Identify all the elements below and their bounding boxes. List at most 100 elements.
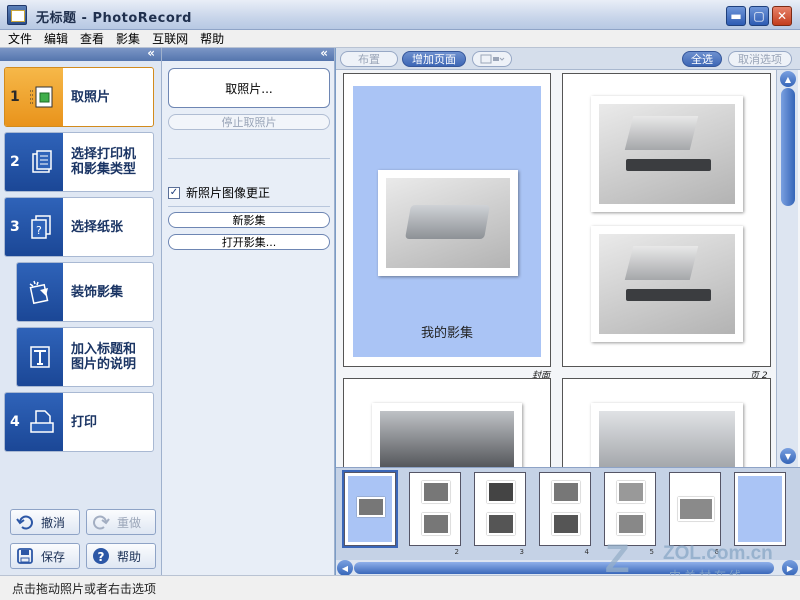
step-select-paper[interactable]: 3 ? 选择纸张	[4, 197, 154, 257]
page-4[interactable]	[562, 378, 771, 473]
album-vertical-scrollbar[interactable]: ▲ ▼	[776, 70, 798, 467]
divider	[168, 206, 330, 207]
vertical-scroll-thumb[interactable]	[781, 88, 795, 206]
step-label: 选择打印机 和影集类型	[71, 147, 136, 177]
step-number: 4	[10, 414, 20, 430]
thumbnail-page[interactable]: 3	[474, 472, 526, 556]
step-label-line: 选择打印机	[71, 147, 137, 162]
print-icon	[28, 407, 56, 437]
step-label: 选择纸张	[71, 219, 124, 235]
paper-icon: ?	[28, 212, 56, 242]
step-label: 加入标题和 图片的说明	[71, 342, 136, 372]
scroll-down-icon[interactable]: ▼	[780, 448, 796, 464]
steps-panel-header: «	[0, 46, 161, 61]
album-toolbar: 布置 增加页面 全选 取消选项	[336, 48, 800, 70]
step-select-printer[interactable]: 2 选择打印机 和影集类型	[4, 132, 154, 192]
redo-button[interactable]: 重做	[86, 509, 156, 535]
thumbnail-page[interactable]: 4	[539, 472, 591, 556]
svg-text:?: ?	[36, 224, 42, 237]
menu-album[interactable]: 影集	[116, 30, 140, 47]
page-2-photo-2[interactable]	[591, 226, 743, 342]
page-2-photo-1[interactable]	[591, 96, 743, 212]
thumbnail-photo	[487, 513, 515, 535]
step-print[interactable]: 4 打印	[4, 392, 154, 452]
refresh-option[interactable]: ✓ 新照片图像更正	[168, 184, 270, 201]
divider	[168, 158, 330, 159]
step-get-photo[interactable]: 1 取照片	[4, 67, 154, 127]
menu-help[interactable]: 帮助	[200, 30, 224, 47]
thumbnail-page[interactable]	[734, 472, 786, 546]
thumbnail-page[interactable]: 2	[409, 472, 461, 556]
cover-page[interactable]: 我的影集	[343, 73, 551, 367]
thumbnail-number: 4	[584, 548, 589, 556]
app-icon	[7, 5, 27, 25]
deselect-button[interactable]: 取消选项	[728, 51, 792, 67]
thumbnail-photo	[552, 481, 580, 503]
thumbnail-photo	[487, 481, 515, 503]
thumbnail-number: 2	[454, 548, 459, 556]
window-title: 无标题 - PhotoRecord	[36, 11, 192, 26]
close-button[interactable]: ✕	[772, 6, 792, 26]
thumbnail-photo	[552, 513, 580, 535]
save-label: 保存	[41, 549, 66, 564]
step-number: 3	[10, 219, 20, 235]
thumbnail-page[interactable]: 6	[669, 472, 721, 556]
get-photo-icon	[28, 82, 56, 112]
stop-get-photo-button[interactable]: 停止取照片	[168, 114, 330, 130]
select-all-button[interactable]: 全选	[682, 51, 722, 67]
cover-photo[interactable]	[378, 170, 518, 276]
thumbnail-number: 3	[519, 548, 524, 556]
thumbnail-cover[interactable]	[342, 470, 398, 548]
open-album-button[interactable]: 打开影集...	[168, 234, 330, 250]
step-title-caption[interactable]: 加入标题和 图片的说明	[16, 327, 154, 387]
new-album-button[interactable]: 新影集	[168, 212, 330, 228]
add-page-button[interactable]: 增加页面	[402, 51, 466, 67]
step-number-area: 4	[5, 393, 63, 451]
menu-internet[interactable]: 互联网	[152, 30, 188, 47]
watermark-domain: ZOL.com.cn	[663, 543, 773, 564]
get-photo-button[interactable]: 取照片...	[168, 68, 330, 108]
help-button[interactable]: ? 帮助	[86, 543, 156, 569]
step-number: 1	[10, 89, 20, 105]
thumbnail-photo	[617, 481, 645, 503]
step-label-line: 加入标题和	[71, 342, 137, 357]
printer-shape	[405, 205, 491, 240]
thumbnail-page[interactable]: 5	[604, 472, 656, 556]
status-bar: 点击拖动照片或者右击选项	[0, 575, 800, 600]
thumbnail-photo	[422, 513, 450, 535]
title-bar: 无标题 - PhotoRecord ▬ ▢ ✕	[0, 0, 800, 30]
save-icon	[14, 546, 36, 566]
undo-button[interactable]: 撤消	[10, 509, 80, 535]
scroll-up-icon[interactable]: ▲	[780, 71, 796, 87]
minimize-button[interactable]: ▬	[726, 6, 746, 26]
save-button[interactable]: 保存	[10, 543, 80, 569]
collapse-steps-icon[interactable]: «	[147, 46, 155, 60]
page-2[interactable]	[562, 73, 771, 367]
maximize-button[interactable]: ▢	[749, 6, 769, 26]
step-decorate[interactable]: 装饰影集	[16, 262, 154, 322]
printer-photo	[599, 234, 735, 334]
printer-album-icon	[28, 147, 56, 177]
printer-photo	[386, 178, 510, 268]
page-layout-dropdown[interactable]	[472, 51, 512, 67]
undo-label: 撤消	[41, 515, 66, 530]
step-number-area	[17, 328, 63, 386]
photo-source-panel: « 取照片... 停止取照片 ✓ 新照片图像更正 新影集 打开影集...	[162, 46, 335, 575]
page-3-photo[interactable]	[372, 403, 522, 473]
step-label-line: 图片的说明	[71, 357, 137, 372]
status-text: 点击拖动照片或者右击选项	[12, 581, 157, 596]
redo-label: 重做	[117, 515, 142, 530]
thumbnail-photo	[357, 497, 385, 517]
layout-button[interactable]: 布置	[340, 51, 398, 67]
page-4-photo[interactable]	[591, 403, 743, 473]
menu-file[interactable]: 文件	[8, 30, 32, 47]
collapse-panel-icon[interactable]: «	[320, 46, 328, 60]
page-3[interactable]	[343, 378, 551, 473]
refresh-checkbox[interactable]: ✓	[168, 186, 180, 199]
scroll-left-icon[interactable]: ◀	[337, 560, 353, 576]
menu-edit[interactable]: 编辑	[44, 30, 68, 47]
step-label-line: 和影集类型	[71, 162, 137, 177]
photo-source-header: «	[162, 46, 334, 61]
menu-view[interactable]: 查看	[80, 30, 104, 47]
thumbnail-photo	[422, 481, 450, 503]
